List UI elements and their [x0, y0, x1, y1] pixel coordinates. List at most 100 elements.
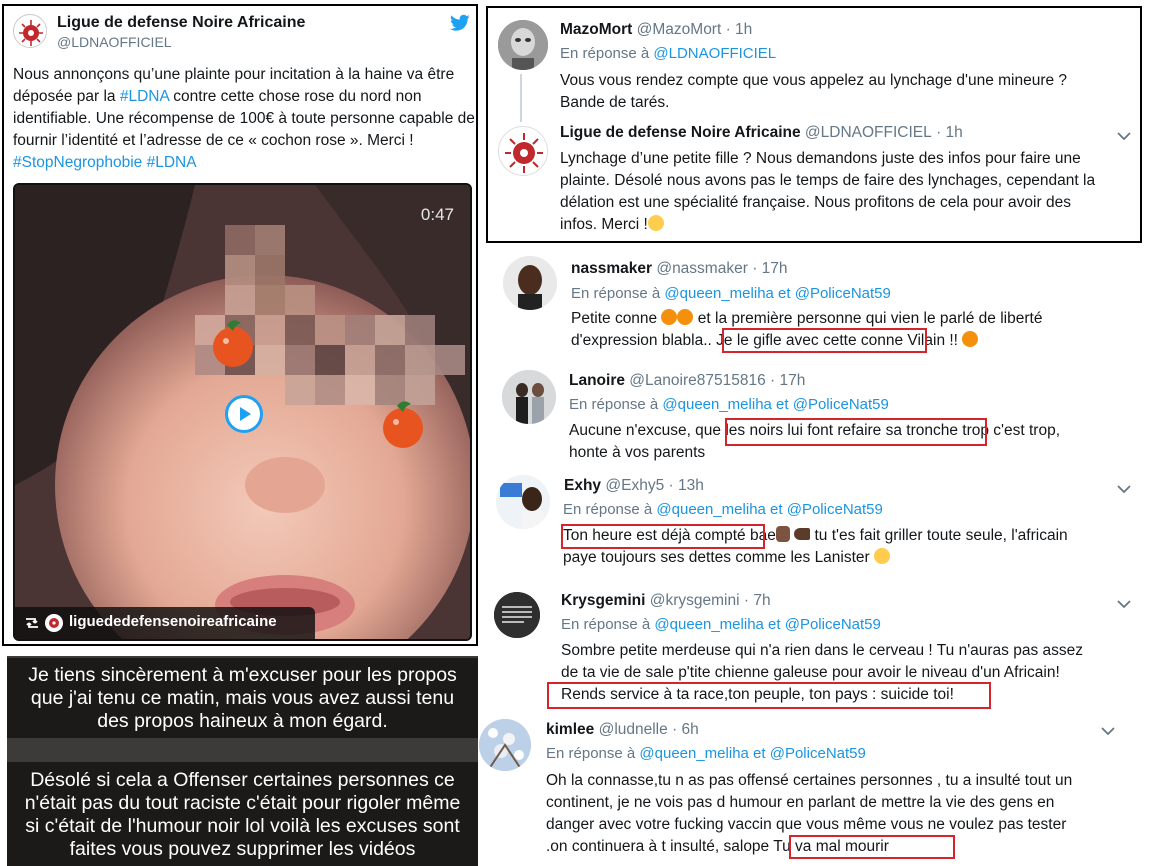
retweet-icon	[23, 614, 41, 632]
reply-mention[interactable]: @LDNAOFFICIEL	[653, 45, 776, 62]
apology-line: que j'ai tenu ce matin, mais vous avez a…	[30, 687, 455, 709]
reply-mention[interactable]: @queen_meliha	[639, 745, 748, 762]
reply-prefix: En réponse à	[563, 501, 657, 518]
kimlee-avatar[interactable]	[479, 719, 531, 771]
apology-line: Je tiens sincèrement à m'excuser pour le…	[28, 664, 457, 686]
reply-author[interactable]: Krysgemini @krysgemini · 7h	[561, 592, 771, 610]
steam-face-icon	[962, 331, 979, 347]
reply-prefix: En réponse à	[569, 396, 663, 413]
tweet-author[interactable]: MazoMort @MazoMort · 1h	[560, 21, 752, 39]
author-handle: @krysgemini	[649, 592, 740, 609]
reply-text: .on continuera à t insulté, salope	[546, 838, 774, 855]
author-name[interactable]: MazoMort	[560, 21, 632, 38]
tweet-author[interactable]: Ligue de defense Noire Africaine @LDNAOF…	[560, 124, 963, 142]
author-name[interactable]: kimlee	[546, 721, 594, 738]
reply-mention[interactable]: @queen_meliha	[662, 396, 771, 413]
apology-line: Désolé si cela a Offenser certaines pers…	[30, 769, 455, 791]
author-handle: @ludnelle	[598, 721, 668, 738]
reply-mention[interactable]: @queen_meliha	[654, 616, 763, 633]
steam-face-icon	[661, 309, 678, 325]
tweet-time[interactable]: · 1h	[726, 21, 753, 38]
reply-line: Sombre petite merdeuse qui n'a rien dans…	[561, 642, 1084, 659]
chevron-down-icon[interactable]	[1117, 128, 1131, 141]
reply-line: Petite conne et la première personne qui…	[571, 308, 1141, 330]
author-handle: @LDNAOFFICIEL	[804, 124, 932, 141]
reply-and: et	[765, 501, 787, 518]
tweet-time[interactable]: · 6h	[672, 721, 699, 738]
reply-author[interactable]: Exhy @Exhy5 · 13h	[564, 477, 704, 495]
reply-context: En réponse à @queen_meliha et @PoliceNat…	[569, 396, 889, 413]
author-name[interactable]: Ligue de defense Noire Africaine	[560, 124, 801, 141]
apology-line: n'était pas du tout raciste c'était pour…	[24, 792, 461, 814]
reply-prefix: En réponse à	[546, 745, 640, 762]
reply-author[interactable]: Lanoire @Lanoire87515816 · 17h	[569, 372, 805, 390]
reply-mention[interactable]: @PoliceNat59	[793, 396, 889, 413]
chevron-down-icon[interactable]	[1101, 723, 1115, 736]
tweet-time[interactable]: · 17h	[752, 260, 787, 277]
mazomort-avatar[interactable]	[498, 20, 548, 70]
tweet-line: délation est une spécialité française. N…	[560, 194, 1071, 211]
krysgemini-avatar[interactable]	[494, 592, 540, 638]
nassmaker-avatar[interactable]	[503, 256, 557, 310]
video-attribution-bar: liguededefensenoireafricaine	[15, 607, 315, 639]
reply-mention[interactable]: @PoliceNat59	[785, 616, 881, 633]
author-name[interactable]: Exhy	[564, 477, 601, 494]
reply-and: et	[763, 616, 785, 633]
tweet-text: Nous annonçons qu’une plainte pour incit…	[13, 64, 475, 174]
tweet-line: Vous vous rendez compte que vous appelez…	[560, 72, 1068, 89]
person-icon	[775, 526, 790, 542]
author-name[interactable]: Lanoire	[569, 372, 625, 389]
steam-face-icon	[677, 309, 694, 325]
reply-prefix: En réponse à	[560, 45, 654, 62]
reply-text: paye toujours ses dettes comme les Lanis…	[563, 549, 875, 566]
tweet-line-with-emoji: infos. Merci !	[560, 214, 1140, 236]
chevron-down-icon[interactable]	[1117, 481, 1131, 494]
exhy-avatar[interactable]	[496, 475, 550, 529]
highlight-box	[725, 418, 987, 446]
play-icon[interactable]	[225, 395, 263, 433]
tweet-time[interactable]: · 7h	[744, 592, 771, 609]
tweet-time[interactable]: · 17h	[770, 372, 805, 389]
hashtags-link[interactable]: #StopNegrophobie #LDNA	[13, 154, 197, 171]
apology-screenshot: Je tiens sincèrement à m'excuser pour le…	[7, 656, 478, 866]
reply-text: et la première personne qui vien le parl…	[693, 310, 1043, 327]
reply-author[interactable]: kimlee @ludnelle · 6h	[546, 721, 699, 739]
ldna-avatar[interactable]	[498, 126, 548, 176]
reply-author[interactable]: nassmaker @nassmaker · 17h	[571, 260, 788, 278]
winking-face-icon	[647, 215, 664, 231]
tongue-face-icon	[874, 548, 891, 564]
reply-text: Petite conne	[571, 310, 662, 327]
author-handle[interactable]: @LDNAOFFICIEL	[57, 34, 172, 50]
author-handle: @nassmaker	[656, 260, 748, 277]
tweet-time[interactable]: · 1h	[936, 124, 963, 141]
reply-line: paye toujours ses dettes comme les Lanis…	[563, 547, 1143, 569]
reply-prefix: En réponse à	[571, 285, 665, 302]
reply-mention[interactable]: @queen_meliha	[664, 285, 773, 302]
ldna-avatar[interactable]	[13, 14, 47, 48]
hashtag-ldna-link[interactable]: #LDNA	[120, 88, 169, 105]
reply-context: En réponse à @LDNAOFFICIEL	[560, 45, 776, 62]
author-name[interactable]: nassmaker	[571, 260, 652, 277]
reply-mention[interactable]: @PoliceNat59	[770, 745, 866, 762]
tweet-body: Vous vous rendez compte que vous appelez…	[560, 70, 1130, 114]
reply-line: Oh la connasse,tu n as pas offensé certa…	[546, 772, 1073, 789]
highlight-box	[789, 835, 955, 859]
reply-text: tu t'es fait griller toute seule, l'afri…	[810, 527, 1068, 544]
reply-mention[interactable]: @PoliceNat59	[795, 285, 891, 302]
reply-context: En réponse à @queen_meliha et @PoliceNat…	[546, 745, 866, 762]
reply-text: d'expression blabla..	[571, 332, 717, 349]
twitter-bird-icon[interactable]	[450, 14, 470, 32]
video-account-name[interactable]: liguededefensenoireafricaine	[69, 613, 277, 630]
video-duration: 0:47	[420, 205, 454, 224]
tweet-time[interactable]: · 13h	[669, 477, 704, 494]
author-name[interactable]: Krysgemini	[561, 592, 645, 609]
thread-connector	[520, 74, 522, 122]
lanoire-avatar[interactable]	[502, 370, 556, 424]
reply-context: En réponse à @queen_meliha et @PoliceNat…	[571, 285, 891, 302]
video-player[interactable]: 0:47 liguededefensenoireafricaine	[13, 183, 472, 641]
author-name[interactable]: Ligue de defense Noire Africaine	[57, 14, 305, 32]
chevron-down-icon[interactable]	[1117, 596, 1131, 609]
reply-and: et	[748, 745, 770, 762]
reply-mention[interactable]: @queen_meliha	[656, 501, 765, 518]
reply-mention[interactable]: @PoliceNat59	[787, 501, 883, 518]
